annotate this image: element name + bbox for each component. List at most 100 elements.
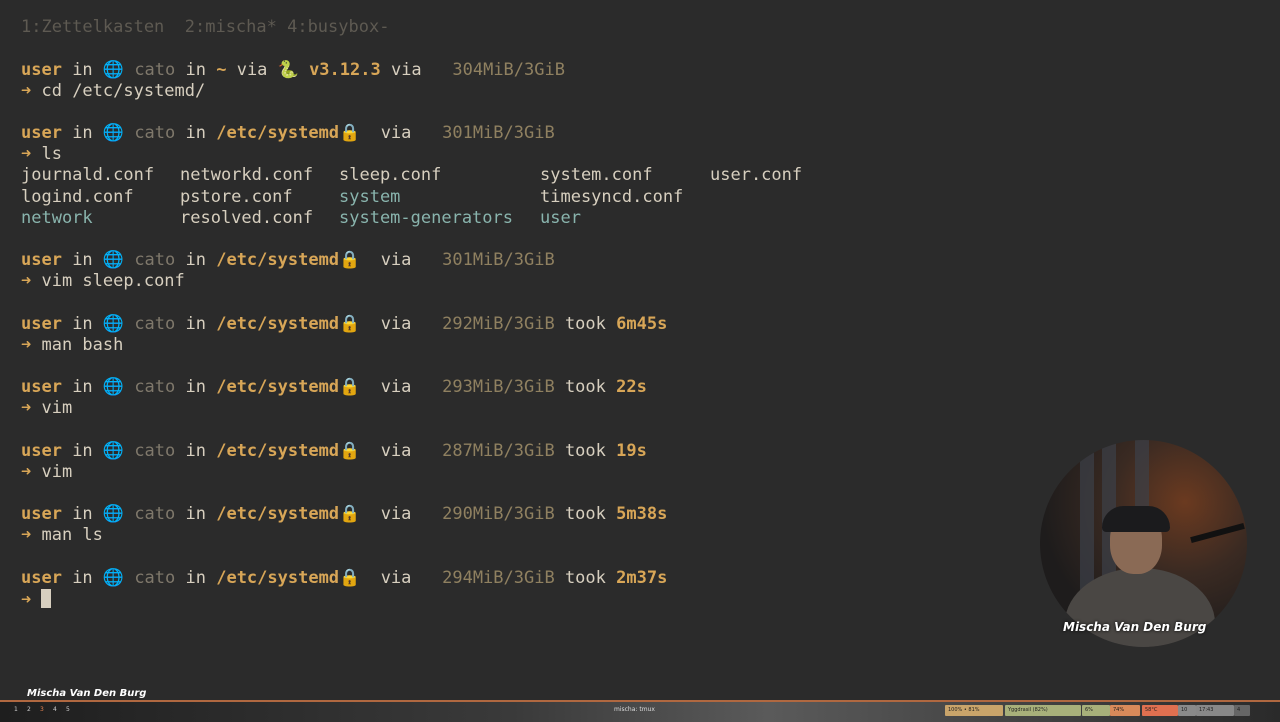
memory-usage: 294MiB/3GiB: [421, 568, 555, 588]
prompt-arrow-icon: ➜: [21, 525, 42, 545]
prompt-text: via: [360, 441, 422, 461]
status-indicator: Yggdrasil (82%): [1005, 705, 1081, 716]
ls-file: user.conf: [710, 165, 803, 185]
memory-usage: 292MiB/3GiB: [421, 314, 555, 334]
prompt-arrow-icon: ➜: [21, 462, 42, 482]
ls-file: logind.conf: [21, 187, 134, 207]
ls-file: networkd.conf: [180, 165, 314, 185]
memory-usage: 301MiB/3GiB: [421, 250, 555, 270]
status-indicator: 4: [1234, 705, 1250, 716]
prompt-arrow-icon: ➜: [21, 271, 42, 291]
prompt-user: user: [21, 314, 62, 334]
prompt-text: via: [360, 377, 422, 397]
prompt-arrow-icon: ➜: [21, 398, 42, 418]
prompt-text: in: [175, 377, 217, 397]
tmux-window-list[interactable]: 1:Zettelkasten 2:mischa* 4:busybox-: [21, 17, 389, 38]
command-duration: 6m45s: [616, 314, 668, 334]
python-version: v3.12.3: [298, 60, 381, 80]
globe-icon: 🌐: [102, 377, 125, 397]
command-text: vim: [41, 398, 73, 418]
prompt-path: /etc/systemd: [216, 250, 340, 270]
prompt-text: in: [175, 504, 217, 524]
prompt-line: user in 🌐 cato in /etc/systemd🔒 via 301M…: [21, 250, 555, 271]
command-text: cd /etc/systemd/: [41, 81, 206, 101]
status-indicator: 58°C: [1142, 705, 1178, 716]
globe-icon: 🌐: [102, 504, 125, 524]
command-line[interactable]: ➜: [21, 589, 52, 610]
webcam-name-label: Mischa Van Den Burg: [1063, 620, 1207, 634]
microphone-arm: [1190, 522, 1245, 544]
prompt-host: cato: [124, 441, 176, 461]
prompt-text: took: [554, 568, 617, 588]
workspace-item[interactable]: 3: [40, 706, 44, 713]
prompt-text: took: [554, 314, 617, 334]
prompt-text: in: [175, 441, 217, 461]
prompt-path: ~: [216, 60, 227, 80]
prompt-host: cato: [124, 314, 176, 334]
status-bar: 1 2 3 4 5 mischa: tmux 100% • 81% Yggdrasil (…: [0, 700, 1280, 722]
python-icon: 🐍: [277, 60, 299, 80]
prompt-text: in: [175, 314, 217, 334]
lock-icon: 🔒: [339, 377, 361, 397]
prompt-line: user in 🌐 cato in /etc/systemd🔒 via 294M…: [21, 568, 667, 589]
prompt-arrow-icon: ➜: [21, 335, 42, 355]
ls-file: resolved.conf: [180, 208, 314, 228]
command-duration: 22s: [616, 377, 647, 397]
command-text: vim: [41, 462, 73, 482]
globe-icon: 🌐: [102, 60, 125, 80]
prompt-text: in: [61, 60, 103, 80]
command-line: ➜ vim sleep.conf: [21, 271, 185, 292]
prompt-arrow-icon: ➜: [21, 81, 42, 101]
command-duration: 5m38s: [616, 504, 668, 524]
command-text: vim sleep.conf: [41, 271, 185, 291]
prompt-text: via: [360, 314, 422, 334]
prompt-text: in: [61, 568, 103, 588]
globe-icon: 🌐: [102, 250, 125, 270]
lock-icon: 🔒: [339, 123, 361, 143]
prompt-text: in: [61, 504, 103, 524]
ls-file: journald.conf: [21, 165, 155, 185]
ls-file: sleep.conf: [339, 165, 442, 185]
prompt-path: /etc/systemd: [216, 568, 340, 588]
ls-directory: network: [21, 208, 93, 228]
prompt-text: in: [175, 60, 217, 80]
workspace-item[interactable]: 4: [53, 706, 57, 713]
lock-icon: 🔒: [339, 314, 361, 334]
ls-file: system.conf: [540, 165, 653, 185]
cursor[interactable]: [41, 589, 52, 608]
command-duration: 19s: [616, 441, 647, 461]
prompt-path: /etc/systemd: [216, 314, 340, 334]
globe-icon: 🌐: [102, 314, 125, 334]
status-indicator: 10: [1178, 705, 1196, 716]
globe-icon: 🌐: [102, 123, 125, 143]
window-title: mischa: tmux: [614, 706, 655, 713]
lock-icon: 🔒: [339, 250, 361, 270]
command-line: ➜ vim: [21, 462, 72, 483]
prompt-text: in: [61, 123, 103, 143]
webcam-overlay: [1040, 440, 1247, 647]
prompt-host: cato: [124, 60, 176, 80]
command-text: man bash: [41, 335, 124, 355]
workspace-item[interactable]: 1: [14, 706, 18, 713]
command-line: ➜ man bash: [21, 335, 123, 356]
status-indicator: 17:43: [1196, 705, 1234, 716]
prompt-text: took: [554, 377, 617, 397]
prompt-user: user: [21, 504, 62, 524]
status-indicator: 6%: [1082, 705, 1110, 716]
prompt-arrow-icon: ➜: [21, 590, 42, 610]
prompt-host: cato: [124, 123, 176, 143]
ls-output-row: journald.conf networkd.conf sleep.conf syst…: [21, 165, 921, 186]
prompt-text: via: [360, 250, 422, 270]
command-line: ➜ vim: [21, 398, 72, 419]
prompt-text: took: [554, 441, 617, 461]
memory-usage: 287MiB/3GiB: [421, 441, 555, 461]
prompt-line: user in 🌐 cato in /etc/systemd🔒 via 301M…: [21, 123, 555, 144]
prompt-line: user in 🌐 cato in /etc/systemd🔒 via 287M…: [21, 441, 647, 462]
prompt-user: user: [21, 123, 62, 143]
prompt-user: user: [21, 250, 62, 270]
workspace-item[interactable]: 5: [66, 706, 70, 713]
workspace-item[interactable]: 2: [27, 706, 31, 713]
prompt-host: cato: [124, 504, 176, 524]
prompt-text: in: [175, 568, 217, 588]
globe-icon: 🌐: [102, 441, 125, 461]
